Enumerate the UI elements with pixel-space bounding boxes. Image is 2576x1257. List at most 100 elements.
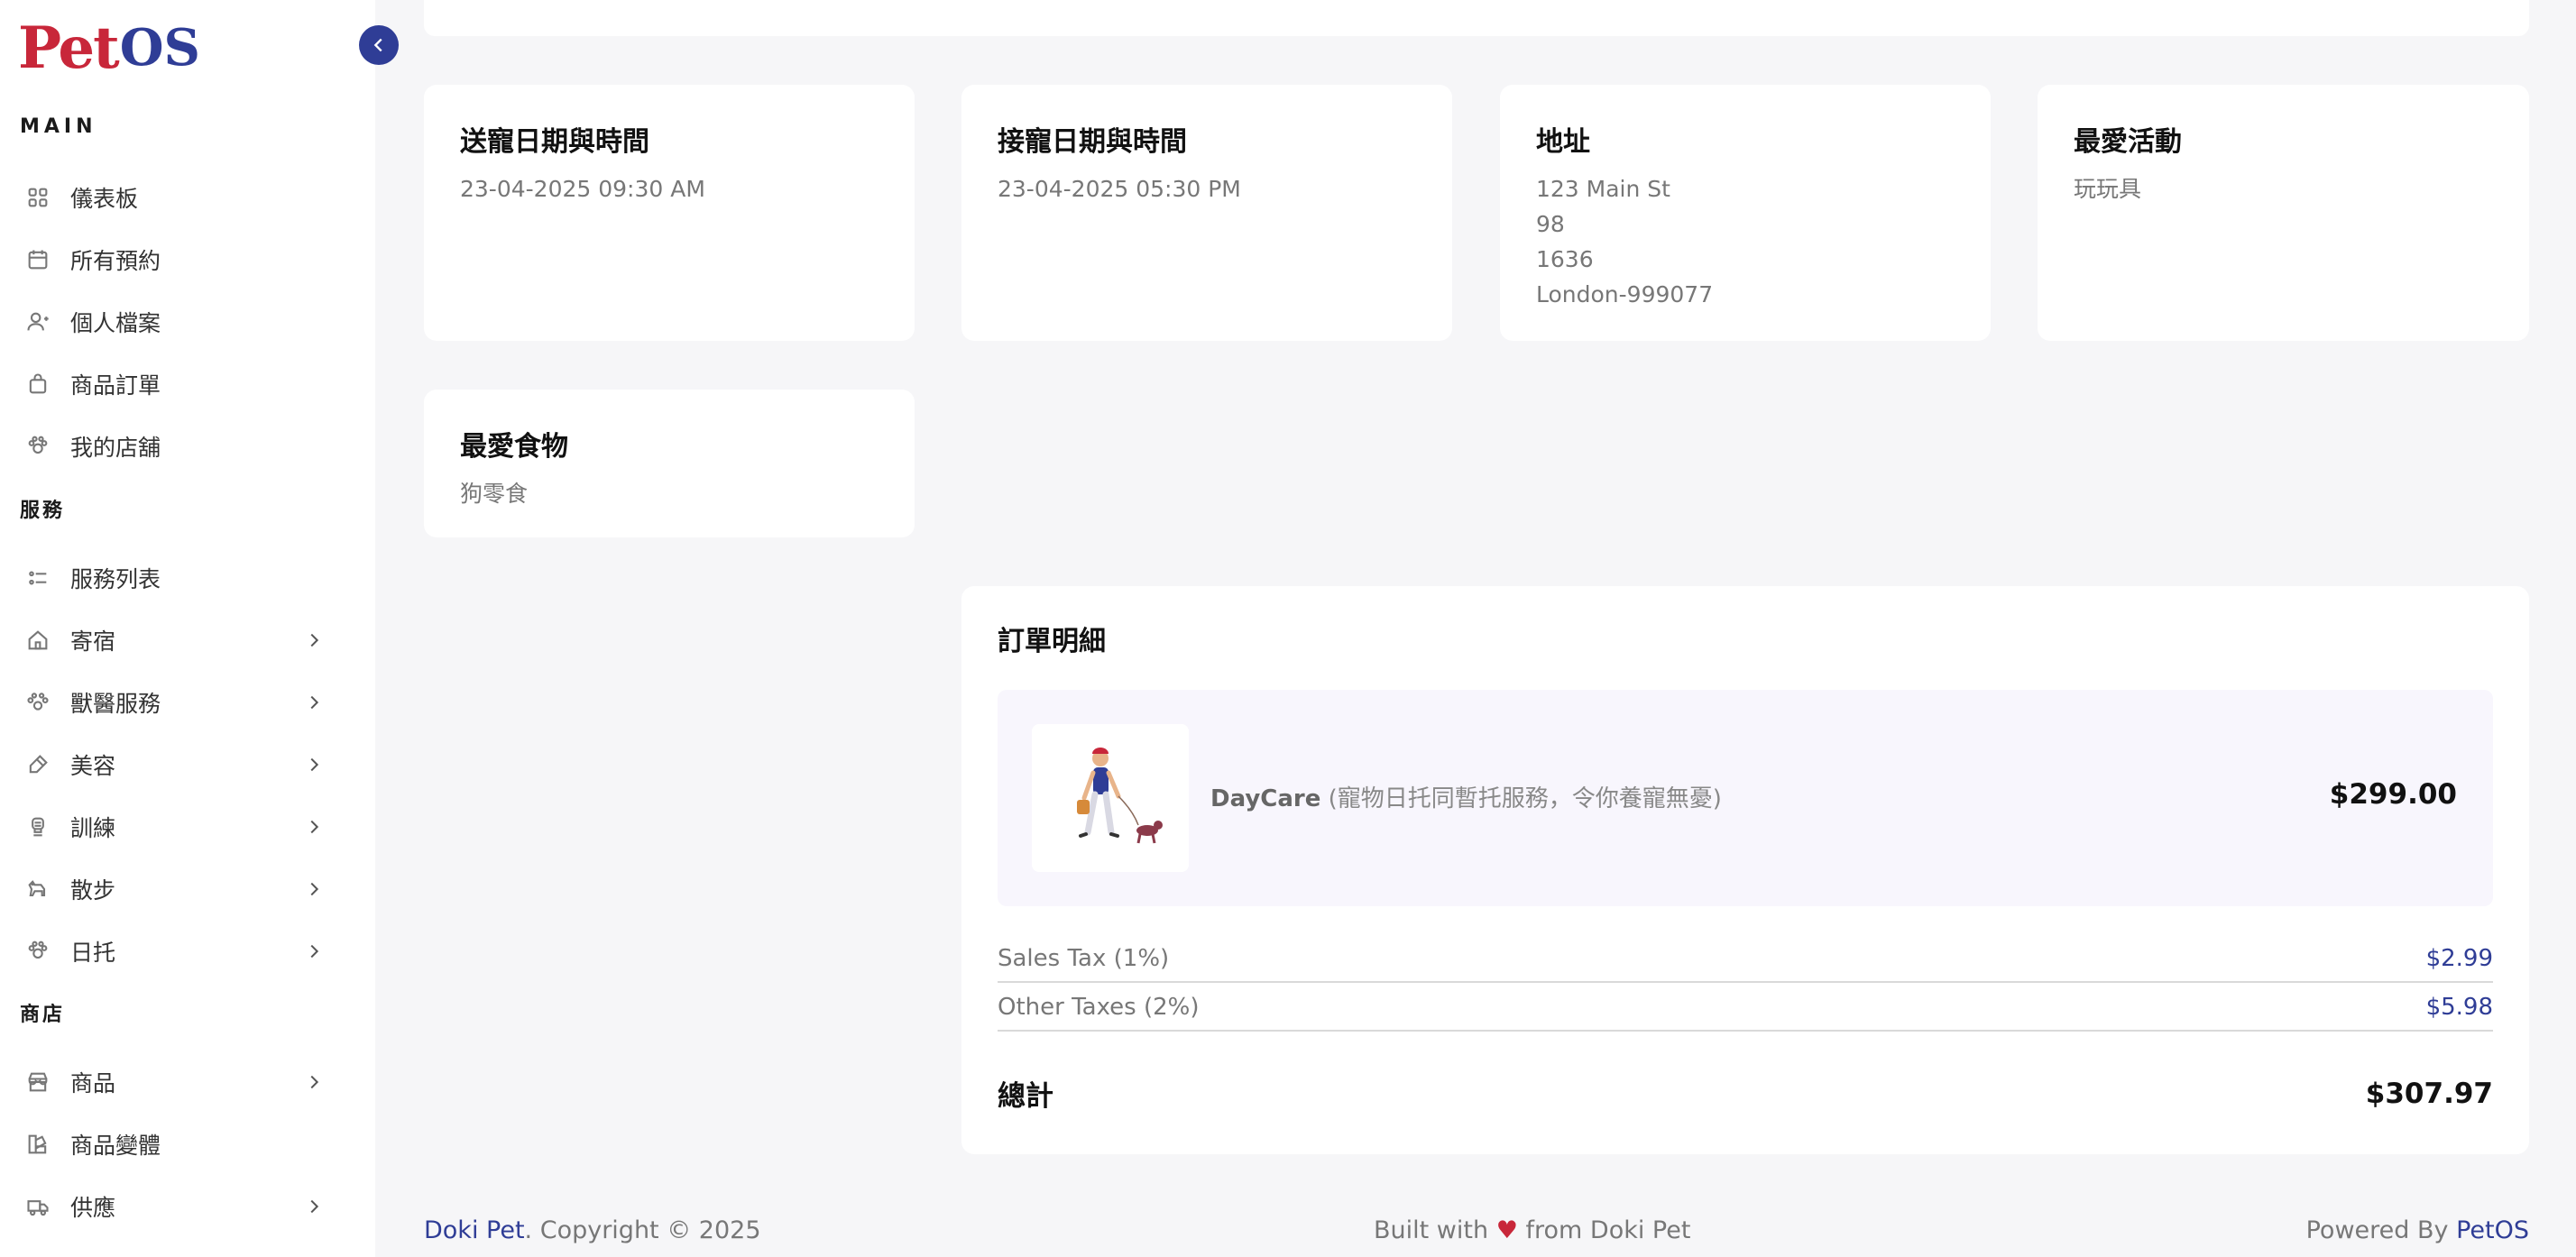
section-store-label: 商店	[20, 1004, 66, 1026]
calendar-icon	[20, 242, 56, 278]
variants-icon	[20, 1126, 56, 1162]
sidebar-item-boarding[interactable]: 寄宿	[20, 618, 327, 663]
footer-copyright: Doki Pet. Copyright © 2025	[424, 1216, 761, 1244]
chevron-right-icon[interactable]	[301, 1069, 327, 1095]
order-details-card: 訂單明細 DayCare (寵物日托同暫托服務，令你養寵無憂) $299.00 …	[961, 586, 2529, 1154]
address-line1: 123 Main St	[1536, 176, 1670, 202]
sidebar-item-profile[interactable]: 個人檔案	[20, 299, 327, 344]
address-line3: 1636	[1536, 246, 1594, 272]
footer-built-with: Built with ♥ from Doki Pet	[1374, 1216, 1690, 1244]
chevron-right-icon[interactable]	[301, 1194, 327, 1219]
sidebar-item-daycare[interactable]: 日托	[20, 929, 327, 974]
logo-os-text: OS	[119, 18, 200, 78]
pickup-title: 接寵日期與時間	[998, 126, 1187, 158]
sidebar-item-products[interactable]: 商品	[20, 1060, 327, 1105]
sidebar-item-all-bookings[interactable]: 所有預約	[20, 237, 327, 282]
powered-by-prefix: Powered By	[2305, 1216, 2457, 1244]
trophy-icon	[20, 809, 56, 845]
sidebar-item-label: 寄宿	[70, 628, 116, 655]
paws-icon	[20, 684, 56, 720]
dog-icon	[20, 871, 56, 907]
sidebar-item-label: 日托	[70, 940, 116, 966]
chevron-left-icon	[373, 38, 382, 52]
built-with-suffix: from Doki Pet	[1517, 1216, 1691, 1244]
brush-icon	[20, 747, 56, 783]
section-main-label: MAIN	[20, 115, 97, 138]
sidebar-item-label: 個人檔案	[70, 310, 161, 336]
footer-copyright-text: . Copyright © 2025	[524, 1216, 761, 1244]
dog-walker-illustration	[1077, 748, 1163, 844]
chevron-right-icon[interactable]	[301, 939, 327, 964]
activity-title: 最愛活動	[2074, 126, 2182, 158]
logo[interactable]: Pet OS	[18, 14, 200, 82]
favorite-activity-card: 最愛活動 玩玩具	[2038, 85, 2529, 341]
sidebar-item-walking[interactable]: 散步	[20, 867, 327, 912]
footer: Doki Pet. Copyright © 2025 Built with ♥ …	[424, 1213, 2529, 1249]
sidebar-item-dashboard[interactable]: 儀表板	[20, 175, 327, 220]
footer-brand-link[interactable]: Doki Pet	[424, 1216, 525, 1244]
address-title: 地址	[1536, 126, 1590, 158]
sidebar-item-label: 我的店舖	[70, 435, 161, 461]
chevron-right-icon[interactable]	[301, 814, 327, 840]
truck-icon	[20, 1188, 56, 1225]
sidebar-item-label: 美容	[70, 753, 116, 779]
sidebar-item-label: 商品	[70, 1070, 116, 1096]
total-row: 總計 $307.97	[998, 1073, 2493, 1114]
address-card: 地址 123 Main St 98 1636 London-999077	[1500, 85, 1991, 341]
logo-pet-text: Pet	[18, 14, 120, 82]
footer-powered-by: Powered By PetOS	[2306, 1216, 2529, 1244]
sidebar-item-training[interactable]: 訓練	[20, 804, 327, 849]
item-name-text: DayCare	[1210, 785, 1321, 812]
item-price: $299.00	[2329, 778, 2457, 811]
total-label: 總計	[998, 1080, 1053, 1113]
list-icon	[20, 560, 56, 596]
sidebar-item-label: 商品變體	[70, 1133, 161, 1159]
item-thumbnail	[1032, 724, 1189, 872]
paw-icon	[20, 428, 56, 464]
order-title: 訂單明細	[998, 626, 1106, 657]
dashboard-icon	[20, 179, 56, 216]
sidebar-item-label: 獸醫服務	[70, 691, 161, 717]
tax-label: Sales Tax (1%)	[998, 945, 1170, 972]
dropoff-card: 送寵日期與時間 23-04-2025 09:30 AM	[424, 85, 915, 341]
sidebar-item-product-orders[interactable]: 商品訂單	[20, 362, 327, 407]
bag-icon	[20, 366, 56, 402]
pickup-card: 接寵日期與時間 23-04-2025 05:30 PM	[961, 85, 1452, 341]
sidebar-item-my-store[interactable]: 我的店舖	[20, 424, 327, 469]
address-line2: 98	[1536, 211, 1565, 237]
item-name: DayCare (寵物日托同暫托服務，令你養寵無憂)	[1210, 780, 1722, 813]
heart-icon: ♥	[1495, 1216, 1518, 1244]
address-line4: London-999077	[1536, 281, 1714, 307]
built-with-prefix: Built with	[1374, 1216, 1496, 1244]
powered-by-link[interactable]: PetOS	[2456, 1216, 2529, 1244]
sidebar-collapse-button[interactable]	[359, 25, 399, 65]
tax-value: $5.98	[2425, 994, 2493, 1021]
sidebar-item-label: 訓練	[70, 815, 116, 841]
chevron-right-icon[interactable]	[301, 690, 327, 715]
favorite-food-card: 最愛食物 狗零食	[424, 390, 915, 537]
sidebar-item-label: 商品訂單	[70, 372, 161, 399]
sidebar-item-grooming[interactable]: 美容	[20, 742, 327, 787]
activity-value: 玩玩具	[2074, 176, 2142, 202]
store-icon	[20, 1064, 56, 1100]
sidebar-item-product-variants[interactable]: 商品變體	[20, 1122, 327, 1167]
sidebar-item-label: 儀表板	[70, 186, 139, 212]
sidebar-item-service-list[interactable]: 服務列表	[20, 555, 327, 601]
sidebar-item-supply[interactable]: 供應	[20, 1184, 327, 1229]
paw-icon	[20, 933, 56, 969]
user-icon	[20, 304, 56, 340]
chevron-right-icon[interactable]	[301, 752, 327, 777]
sidebar-item-label: 供應	[70, 1195, 116, 1221]
chevron-right-icon[interactable]	[301, 876, 327, 902]
total-value: $307.97	[2365, 1077, 2493, 1110]
dropoff-value: 23-04-2025 09:30 AM	[460, 176, 705, 202]
sidebar-item-vet-services[interactable]: 獸醫服務	[20, 680, 327, 725]
chevron-right-icon[interactable]	[301, 628, 327, 653]
food-value: 狗零食	[460, 481, 529, 507]
item-description: (寵物日托同暫托服務，令你養寵無憂)	[1320, 785, 1722, 812]
tax-label: Other Taxes (2%)	[998, 994, 1200, 1021]
pickup-value: 23-04-2025 05:30 PM	[998, 176, 1241, 202]
sidebar-item-label: 所有預約	[70, 248, 161, 274]
section-services-label: 服務	[20, 500, 66, 522]
order-line-item: DayCare (寵物日托同暫托服務，令你養寵無憂) $299.00	[998, 690, 2493, 906]
